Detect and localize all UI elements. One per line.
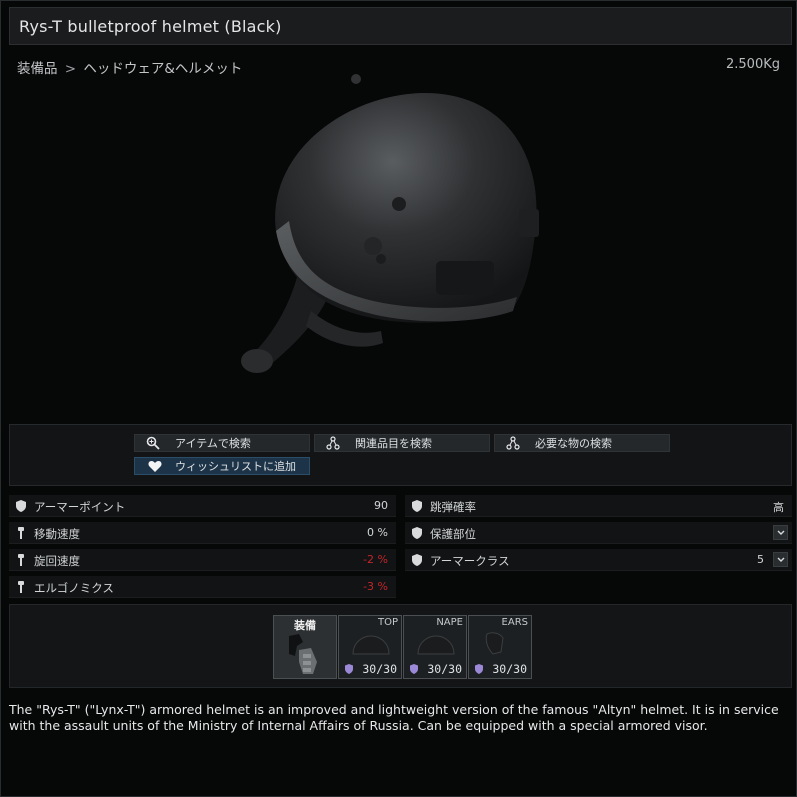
network-icon <box>325 435 341 451</box>
breadcrumb-separator: > <box>64 61 77 77</box>
search-by-item-label: アイテムで検索 <box>175 437 251 450</box>
shield-icon <box>475 664 483 674</box>
stat-value: 0 % <box>367 526 388 539</box>
stat-label: 保護部位 <box>430 527 476 541</box>
stat-ricochet-chance: 跳弾確率 高 <box>405 495 792 517</box>
shield-icon <box>412 554 422 566</box>
window-titlebar[interactable]: Rys-T bulletproof helmet (Black) <box>9 7 792 45</box>
stat-protected-zones: 保護部位 <box>405 522 792 544</box>
network-icon <box>505 435 521 451</box>
shield-icon <box>16 500 26 512</box>
helmet-nape-icon <box>417 635 455 655</box>
search-related-button[interactable]: 関連品目を検索 <box>314 434 490 452</box>
shield-icon <box>412 500 422 512</box>
stat-ergonomics: エルゴノミクス -3 % <box>9 576 396 598</box>
equipment-slot-label: 装備 <box>294 619 316 632</box>
stat-label: 移動速度 <box>34 527 80 541</box>
window-title: Rys-T bulletproof helmet (Black) <box>19 17 282 36</box>
helmet-image <box>241 74 539 373</box>
armor-plate-icon <box>289 634 317 674</box>
search-by-item-button[interactable]: アイテムで検索 <box>134 434 310 452</box>
helmet-ears-icon <box>485 632 504 655</box>
chevron-down-icon <box>777 530 784 535</box>
stat-turn-speed: 旋回速度 -2 % <box>9 549 396 571</box>
stat-label: 旋回速度 <box>34 554 80 568</box>
stat-value: -3 % <box>363 580 388 593</box>
stat-value: 90 <box>374 499 388 512</box>
stat-label: アーマークラス <box>430 554 510 568</box>
slot-durability: 30/30 <box>492 662 527 676</box>
weight-icon <box>18 554 24 566</box>
magnifier-icon <box>145 435 161 451</box>
weight-icon <box>18 581 24 593</box>
item-inspect-window: Rys-T bulletproof helmet (Black) 装備品 > ヘ… <box>0 0 797 797</box>
armor-slot-ears[interactable]: EARS 30/30 <box>468 615 532 679</box>
shield-icon <box>410 664 418 674</box>
add-to-wishlist-label: ウィッシュリストに追加 <box>175 460 296 473</box>
weight-icon <box>18 527 24 539</box>
heart-icon <box>147 458 163 474</box>
equipment-slot[interactable]: 装備 <box>273 615 337 679</box>
action-bar: アイテムで検索 関連品目を検索 必要な物の検索 ウィッシュリストに追加 <box>9 424 792 486</box>
shield-icon <box>412 527 422 539</box>
breadcrumb-category[interactable]: 装備品 <box>17 61 58 77</box>
stat-armor-points: アーマーポイント 90 <box>9 495 396 517</box>
item-weight: 2.500Kg <box>726 57 780 72</box>
chevron-down-icon <box>777 557 784 562</box>
armor-class-dropdown[interactable] <box>773 552 788 567</box>
search-required-button[interactable]: 必要な物の検索 <box>494 434 670 452</box>
stat-label: アーマーポイント <box>34 500 126 514</box>
protected-zones-dropdown[interactable] <box>773 525 788 540</box>
slot-name: NAPE <box>436 617 463 628</box>
search-required-label: 必要な物の検索 <box>535 437 612 450</box>
slot-durability: 30/30 <box>362 662 397 676</box>
armor-slots-panel: 装備 TOP 30/30 NAPE 30/30 EARS 30/30 <box>9 604 792 688</box>
stat-value: 高 <box>773 501 784 514</box>
slot-name: TOP <box>377 617 398 628</box>
armor-slot-top[interactable]: TOP 30/30 <box>338 615 402 679</box>
slot-durability: 30/30 <box>427 662 462 676</box>
armor-slot-nape[interactable]: NAPE 30/30 <box>403 615 467 679</box>
stat-movement-speed: 移動速度 0 % <box>9 522 396 544</box>
item-description: The "Rys-T" ("Lynx-T") armored helmet is… <box>9 702 779 733</box>
slot-name: EARS <box>501 617 528 628</box>
stat-value: 5 <box>757 553 764 566</box>
stat-armor-class: アーマークラス 5 <box>405 549 792 571</box>
add-to-wishlist-button[interactable]: ウィッシュリストに追加 <box>134 457 310 475</box>
search-related-label: 関連品目を検索 <box>355 437 432 450</box>
helmet-top-icon <box>352 635 390 655</box>
stat-label: 跳弾確率 <box>430 500 476 514</box>
stat-value: -2 % <box>363 553 388 566</box>
stat-label: エルゴノミクス <box>34 581 114 595</box>
shield-icon <box>345 664 353 674</box>
